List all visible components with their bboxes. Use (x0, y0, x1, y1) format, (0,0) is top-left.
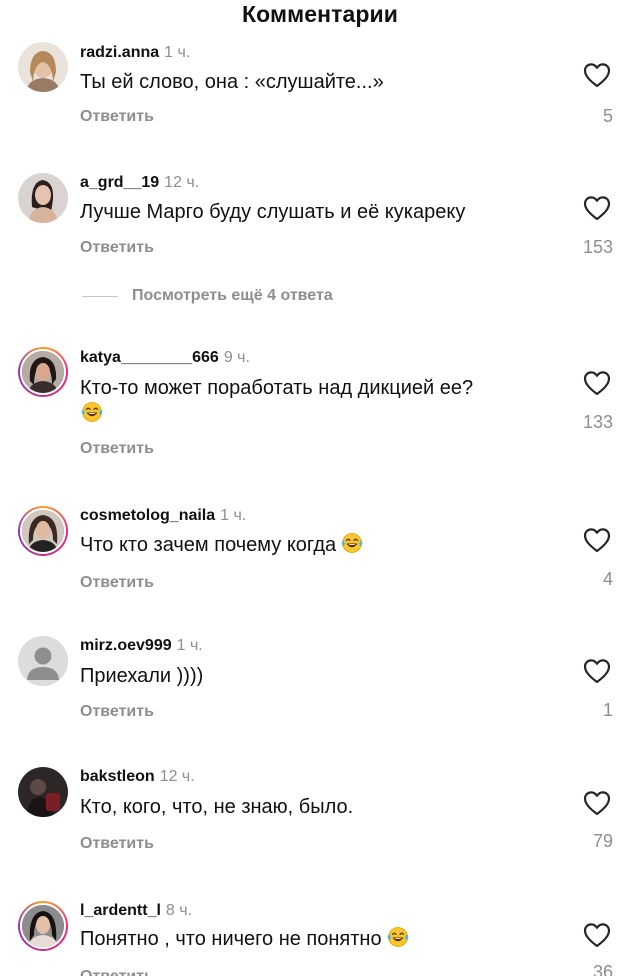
comment-meta: l_ardentt_l 8 ч. (80, 902, 192, 920)
username[interactable]: a_grd__19 (80, 174, 159, 191)
username[interactable]: mirz.oev999 (80, 637, 172, 654)
heart-outline-icon[interactable] (583, 370, 611, 396)
comment-text: Приехали )))) (80, 665, 204, 687)
comment-text: Ты ей слово, она : «слушайте...» (80, 71, 384, 93)
timestamp: 1 ч. (220, 507, 247, 524)
comment-meta: cosmetolog_naila 1 ч. (80, 507, 246, 525)
heart-outline-icon[interactable] (583, 527, 611, 553)
timestamp: 12 ч. (164, 174, 200, 191)
like-count: 36 (592, 962, 613, 976)
comment-meta: mirz.oev999 1 ч. (80, 637, 203, 655)
username[interactable]: bakstleon (80, 768, 155, 785)
default-user-icon (18, 636, 68, 686)
avatar[interactable] (18, 767, 68, 817)
avatar[interactable] (18, 506, 68, 556)
username[interactable]: radzi.anna (80, 44, 159, 61)
like-count: 153 (582, 237, 613, 257)
avatar[interactable] (18, 901, 68, 951)
heart-outline-icon[interactable] (583, 658, 611, 684)
reply-button[interactable]: Ответить (80, 239, 154, 257)
reply-button[interactable]: Ответить (80, 574, 154, 592)
avatar[interactable] (18, 347, 68, 397)
timestamp: 1 ч. (176, 637, 203, 654)
comment-meta: bakstleon 12 ч. (80, 768, 195, 786)
page-title: Комментарии (242, 1, 398, 27)
reply-button[interactable]: Ответить (80, 835, 154, 853)
comment-text: Лучше Марго буду слушать и её кукареку (80, 201, 466, 223)
timestamp: 8 ч. (165, 902, 193, 919)
face-with-tears-of-joy-icon (386, 926, 410, 948)
avatar[interactable] (18, 636, 68, 686)
view-more-replies-label[interactable]: Посмотреть ещё 4 ответа (132, 287, 333, 305)
header: Комментарии (0, 0, 640, 36)
comment-meta: katya________666 9 ч. (80, 349, 250, 367)
timestamp: 12 ч. (159, 768, 195, 785)
comment-meta: radzi.anna 1 ч. (80, 44, 190, 62)
timestamp: 1 ч. (164, 44, 191, 61)
like-count: 4 (602, 569, 613, 589)
comment-text: Понятно , что ничего не понятно (80, 926, 410, 952)
username[interactable]: l_ardentt_l (80, 902, 161, 919)
comment-text: Кто, кого, что, не знаю, было. (80, 796, 354, 818)
like-count: 133 (582, 412, 613, 432)
like-count: 1 (602, 700, 613, 720)
comment-text: Кто-то может поработать над дикцией ее? (80, 377, 474, 399)
divider (82, 295, 118, 297)
reply-button[interactable]: Ответить (80, 440, 154, 458)
reply-button[interactable]: Ответить (80, 968, 154, 976)
username[interactable]: cosmetolog_naila (80, 507, 215, 524)
like-count: 79 (592, 831, 613, 851)
avatar[interactable] (18, 42, 68, 92)
face-with-tears-of-joy-icon (340, 532, 364, 554)
avatar[interactable] (18, 173, 68, 223)
heart-outline-icon[interactable] (583, 195, 611, 221)
timestamp: 9 ч. (223, 349, 250, 366)
heart-outline-icon[interactable] (583, 790, 611, 816)
comment-meta: a_grd__19 12 ч. (80, 174, 199, 192)
comment-text: Что кто зачем почему когда (80, 532, 364, 558)
heart-outline-icon[interactable] (583, 62, 611, 88)
view-more-replies[interactable]: Посмотреть ещё 4 ответа (82, 287, 333, 305)
reply-button[interactable]: Ответить (80, 703, 154, 721)
heart-outline-icon[interactable] (583, 922, 611, 948)
face-with-tears-of-joy-icon (80, 401, 104, 423)
username[interactable]: katya________666 (80, 349, 219, 366)
reply-button[interactable]: Ответить (80, 108, 154, 126)
like-count: 5 (602, 106, 613, 126)
